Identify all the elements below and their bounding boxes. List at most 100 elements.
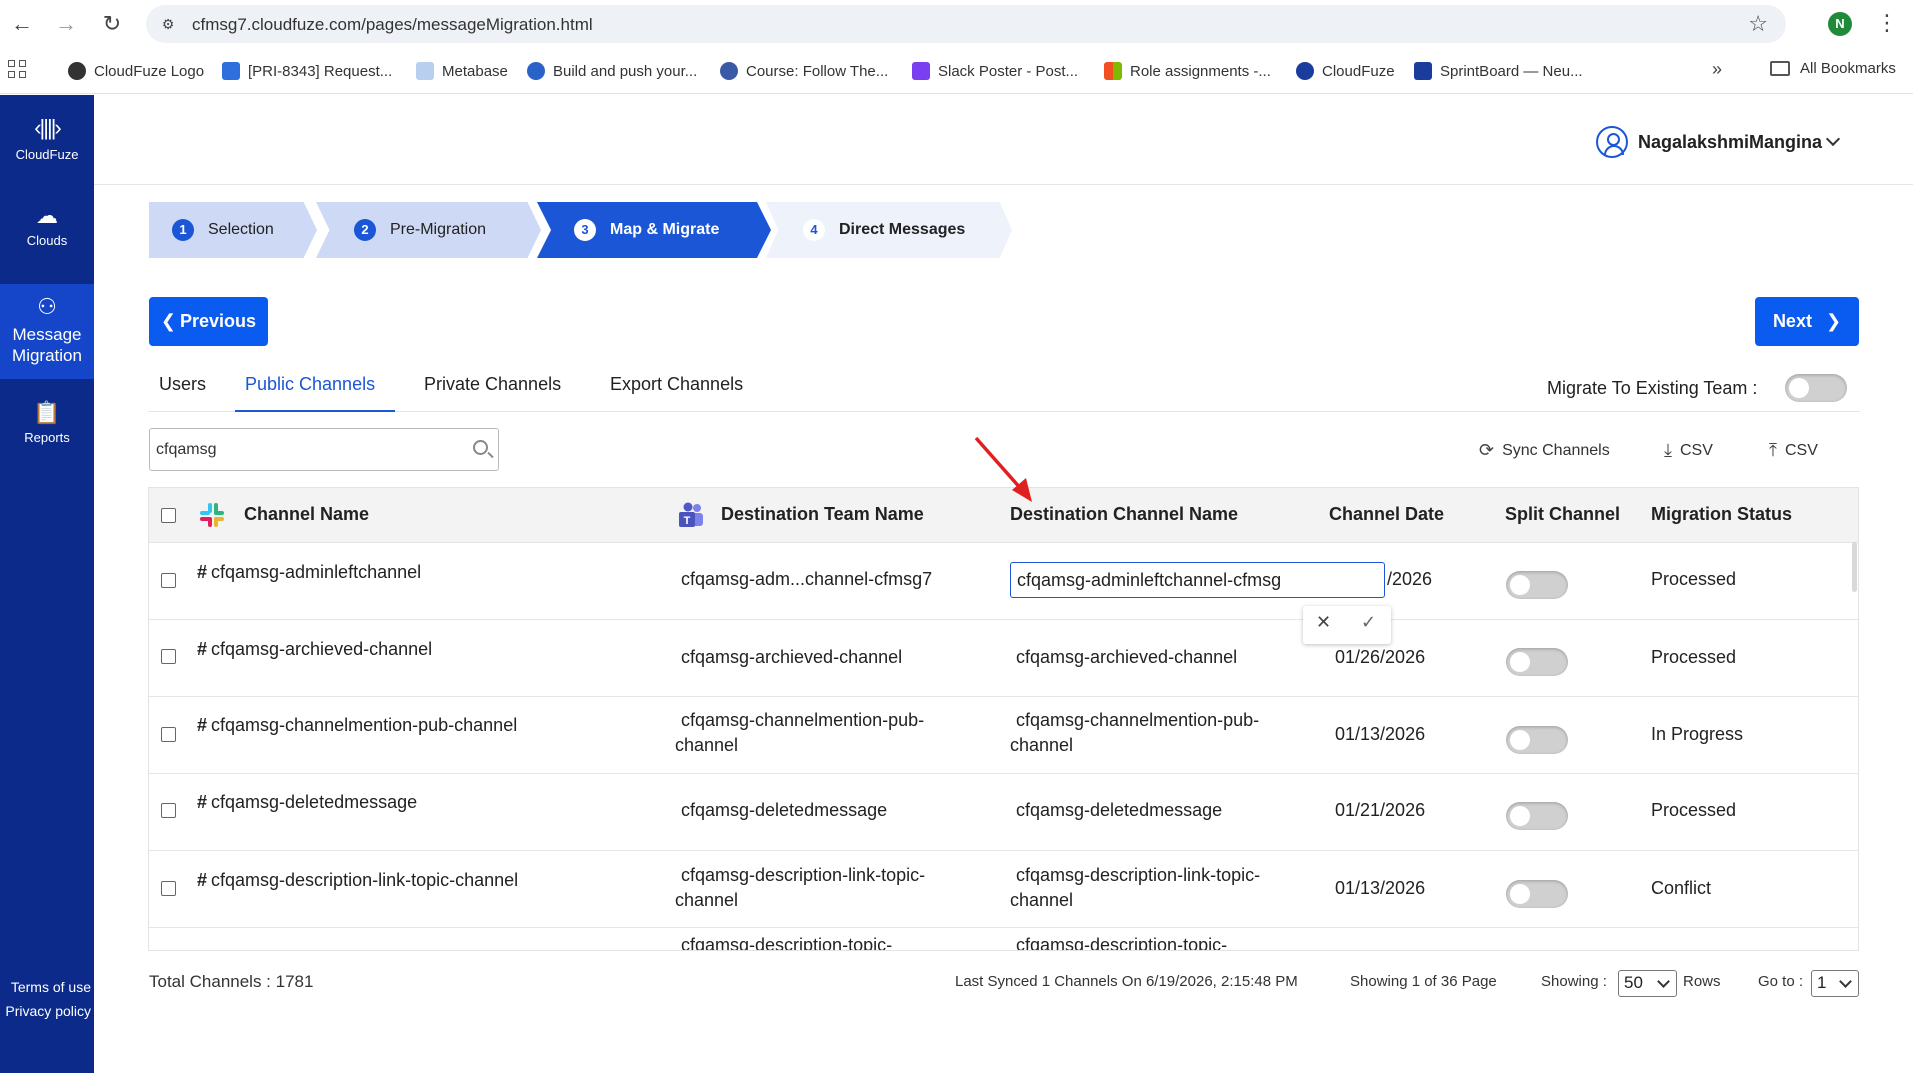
bookmark-item[interactable]: Metabase — [416, 60, 508, 82]
destination-channel[interactable]: cfqamsg-description-link-topic-channel — [1010, 863, 1310, 913]
bookmark-favicon — [720, 62, 738, 80]
close-icon[interactable]: ✕ — [1316, 612, 1331, 633]
download-csv-button[interactable]: ⤓ CSV — [1664, 440, 1713, 461]
bookmark-item[interactable]: CloudFuze — [1296, 60, 1395, 82]
channel-date: 01/13/2026 — [1335, 724, 1426, 744]
site-settings-icon[interactable]: ⚙ — [158, 14, 178, 34]
bookmark-item[interactable]: [PRI-8343] Request... — [222, 60, 392, 82]
forward-icon[interactable]: → — [52, 10, 80, 38]
step-label: Map & Migrate — [610, 221, 720, 238]
migrate-existing-toggle[interactable] — [1785, 374, 1847, 402]
rows-per-page-select[interactable]: 50 — [1618, 970, 1677, 997]
star-icon[interactable]: ☆ — [1748, 11, 1768, 37]
check-icon[interactable]: ✓ — [1361, 612, 1376, 633]
slack-icon — [197, 500, 227, 530]
apps-grid-icon[interactable] — [8, 60, 28, 80]
header-destination-channel: Destination Channel Name — [1010, 504, 1239, 524]
row-checkbox[interactable] — [161, 573, 176, 588]
channel-name: # cfqamsg-channelmention-pub-channel — [197, 715, 518, 735]
url-text[interactable]: cfmsg7.cloudfuze.com/pages/messageMigrat… — [192, 15, 593, 35]
destination-channel[interactable]: cfqamsg-archieved-channel — [1016, 645, 1237, 670]
sidebar-item-clouds[interactable]: ☁ Clouds — [0, 203, 94, 263]
destination-channel[interactable]: cfqamsg-channelmention-pub-channel — [1010, 708, 1310, 758]
next-button[interactable]: Next ❯ — [1755, 297, 1859, 346]
step-selection[interactable]: 1 Selection — [149, 202, 317, 258]
previous-button[interactable]: ❮ Previous — [149, 297, 268, 346]
sidebar-logo[interactable]: ‹||||› CloudFuze — [0, 115, 94, 162]
tab-users[interactable]: Users — [159, 374, 206, 395]
table-row[interactable]: cfqamsg-description-topic- cfqamsg-descr… — [149, 928, 1858, 950]
split-channel-toggle[interactable] — [1506, 648, 1568, 676]
goto-label: Go to : — [1758, 973, 1804, 990]
showing-label: Showing : — [1541, 973, 1607, 990]
all-bookmarks[interactable]: All Bookmarks — [1770, 60, 1896, 77]
sidebar-item-label: Clouds — [26, 233, 68, 248]
select-all-checkbox[interactable] — [161, 508, 176, 523]
back-icon[interactable]: ← — [8, 10, 36, 38]
terms-link[interactable]: Terms of use — [0, 979, 94, 995]
split-channel-toggle[interactable] — [1506, 571, 1568, 599]
split-channel-toggle[interactable] — [1506, 880, 1568, 908]
bookmark-item[interactable]: Role assignments -... — [1104, 60, 1271, 82]
sync-channels-button[interactable]: ⟳ Sync Channels — [1479, 440, 1610, 461]
sidebar-item-reports[interactable]: 📋 Reports — [0, 400, 94, 460]
upload-csv-button[interactable]: ⤒ CSV — [1769, 440, 1818, 461]
destination-channel-edit-input[interactable]: cfqamsg-adminleftchannel-cfmsg — [1010, 562, 1385, 598]
reload-icon[interactable]: ↻ — [98, 10, 126, 38]
step-pre-migration[interactable]: 2 Pre-Migration — [316, 202, 541, 258]
cloud-icon: ☁ — [36, 203, 58, 228]
bookmark-label: [PRI-8343] Request... — [248, 62, 393, 80]
bookmark-item[interactable]: CloudFuze Logo — [68, 60, 204, 82]
download-icon: ⤓ — [1664, 440, 1672, 460]
user-menu[interactable]: NagalakshmiMangina — [1596, 126, 1841, 158]
sync-icon: ⟳ — [1479, 440, 1495, 460]
bookmark-label: Course: Follow The... — [746, 62, 889, 80]
migration-status: In Progress — [1651, 724, 1744, 744]
bookmark-item[interactable]: Slack Poster - Post... — [912, 60, 1078, 82]
row-checkbox[interactable] — [161, 803, 176, 818]
bookmark-favicon — [1414, 62, 1432, 80]
step-map-migrate[interactable]: 3 Map & Migrate — [537, 202, 771, 258]
bookmark-label: CloudFuze Logo — [94, 62, 205, 80]
destination-team: cfqamsg-adm...channel-cfmsg7 — [681, 569, 933, 589]
table-scrollbar[interactable] — [1852, 542, 1857, 592]
goto-page-select[interactable]: 1 — [1811, 970, 1859, 997]
table-row[interactable]: # cfqamsg-description-link-topic-channel … — [149, 851, 1858, 928]
row-checkbox[interactable] — [161, 881, 176, 896]
split-channel-toggle[interactable] — [1506, 726, 1568, 754]
bookmark-item[interactable]: Build and push your... — [527, 60, 697, 82]
row-checkbox[interactable] — [161, 727, 176, 742]
bookmark-item[interactable]: SprintBoard — Neu... — [1414, 60, 1583, 82]
tab-export-channels[interactable]: Export Channels — [610, 374, 743, 395]
header-migration-status: Migration Status — [1651, 504, 1793, 524]
migration-status: Processed — [1651, 647, 1737, 667]
sidebar-item-message-migration[interactable]: ⚇ Message Migration — [0, 284, 94, 379]
destination-channel[interactable]: cfqamsg-deletedmessage — [1016, 798, 1222, 823]
table-row[interactable]: # cfqamsg-adminleftchannel cfqamsg-adm...… — [149, 543, 1858, 620]
row-checkbox[interactable] — [161, 649, 176, 664]
table-row[interactable]: # cfqamsg-channelmention-pub-channel cfqa… — [149, 697, 1858, 774]
step-number: 3 — [574, 219, 596, 241]
table-row[interactable]: # cfqamsg-archieved-channel cfqamsg-archi… — [149, 620, 1858, 697]
address-bar[interactable]: ⚙ cfmsg7.cloudfuze.com/pages/messageMigr… — [146, 5, 1786, 43]
bookmark-favicon — [912, 62, 930, 80]
bookmark-item[interactable]: Course: Follow The... — [720, 60, 888, 82]
search-icon[interactable] — [473, 440, 488, 455]
split-channel-toggle[interactable] — [1506, 802, 1568, 830]
channel-name: # cfqamsg-description-link-topic-channel — [197, 870, 519, 890]
more-bookmarks-icon[interactable]: » — [1712, 59, 1722, 80]
privacy-link[interactable]: Privacy policy — [0, 1003, 94, 1019]
channel-date: 01/21/2026 — [1335, 800, 1426, 820]
tab-private-channels[interactable]: Private Channels — [424, 374, 561, 395]
browser-menu-icon[interactable]: ⋮ — [1876, 10, 1898, 36]
step-direct-messages[interactable]: 4 Direct Messages — [766, 202, 1012, 258]
destination-channel[interactable]: cfqamsg-description-topic- — [1016, 933, 1227, 950]
cloudfuze-logo-icon: ‹||||› — [34, 115, 62, 140]
table-row[interactable]: # cfqamsg-deletedmessage cfqamsg-deletedm… — [149, 774, 1858, 851]
tab-public-channels[interactable]: Public Channels — [245, 374, 375, 395]
profile-avatar[interactable]: N — [1828, 12, 1852, 36]
search-box[interactable] — [149, 428, 499, 471]
search-input[interactable] — [156, 437, 456, 463]
bookmarks-bar: CloudFuze Logo [PRI-8343] Request... Met… — [0, 48, 1913, 94]
migration-status: Processed — [1651, 569, 1737, 589]
